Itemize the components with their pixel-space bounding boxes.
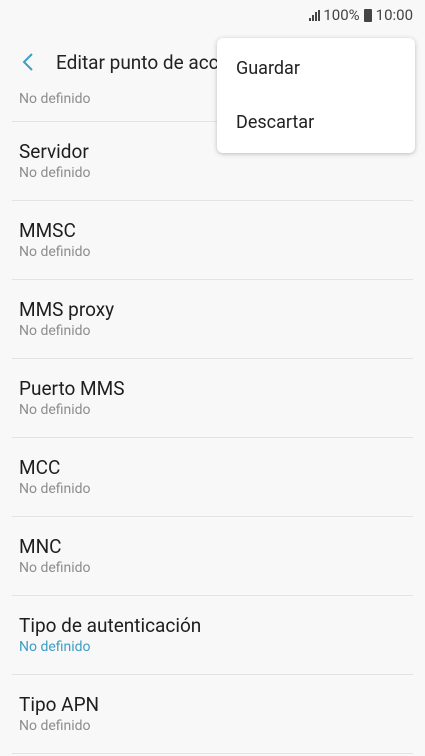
setting-item-mcc[interactable]: MCC No definido [12,438,413,517]
menu-item-descartar[interactable]: Descartar [217,95,415,149]
setting-label: MNC [19,535,62,558]
setting-item-puerto-mms[interactable]: Puerto MMS No definido [12,359,413,438]
setting-label: MMSC [19,219,76,242]
setting-value: No definido [19,639,91,655]
setting-value: No definido [19,244,91,260]
battery-percent: 100% [323,6,360,24]
setting-label: Puerto MMS [19,377,125,400]
setting-item-tipo-autenticacion[interactable]: Tipo de autenticación No definido [12,596,413,675]
overflow-menu: Guardar Descartar [217,38,415,153]
setting-item-mmsc[interactable]: MMSC No definido [12,201,413,280]
back-button[interactable] [0,30,56,94]
setting-value: No definido [19,323,91,339]
setting-value: No definido [19,560,91,576]
setting-value: No definido [19,402,91,418]
setting-value: No definido [19,481,91,497]
setting-item-mms-proxy[interactable]: MMS proxy No definido [12,280,413,359]
setting-label: MCC [19,456,61,479]
setting-value: No definido [19,718,91,734]
signal-icon [309,9,321,21]
battery-icon [363,8,372,22]
clock: 10:00 [375,6,413,24]
setting-label: MMS proxy [19,298,115,321]
setting-label: Tipo de autenticación [19,614,202,637]
setting-item-tipo-apn[interactable]: Tipo APN No definido [12,675,413,754]
menu-item-guardar[interactable]: Guardar [217,41,415,95]
settings-list: No definido Servidor No definido MMSC No… [0,86,425,754]
setting-item-mnc[interactable]: MNC No definido [12,517,413,596]
setting-label: Tipo APN [19,693,100,716]
status-bar: 100% 10:00 [0,0,425,30]
setting-value: No definido [19,165,91,181]
chevron-left-icon [22,53,33,71]
page-title: Editar punto de acceso [56,50,222,74]
